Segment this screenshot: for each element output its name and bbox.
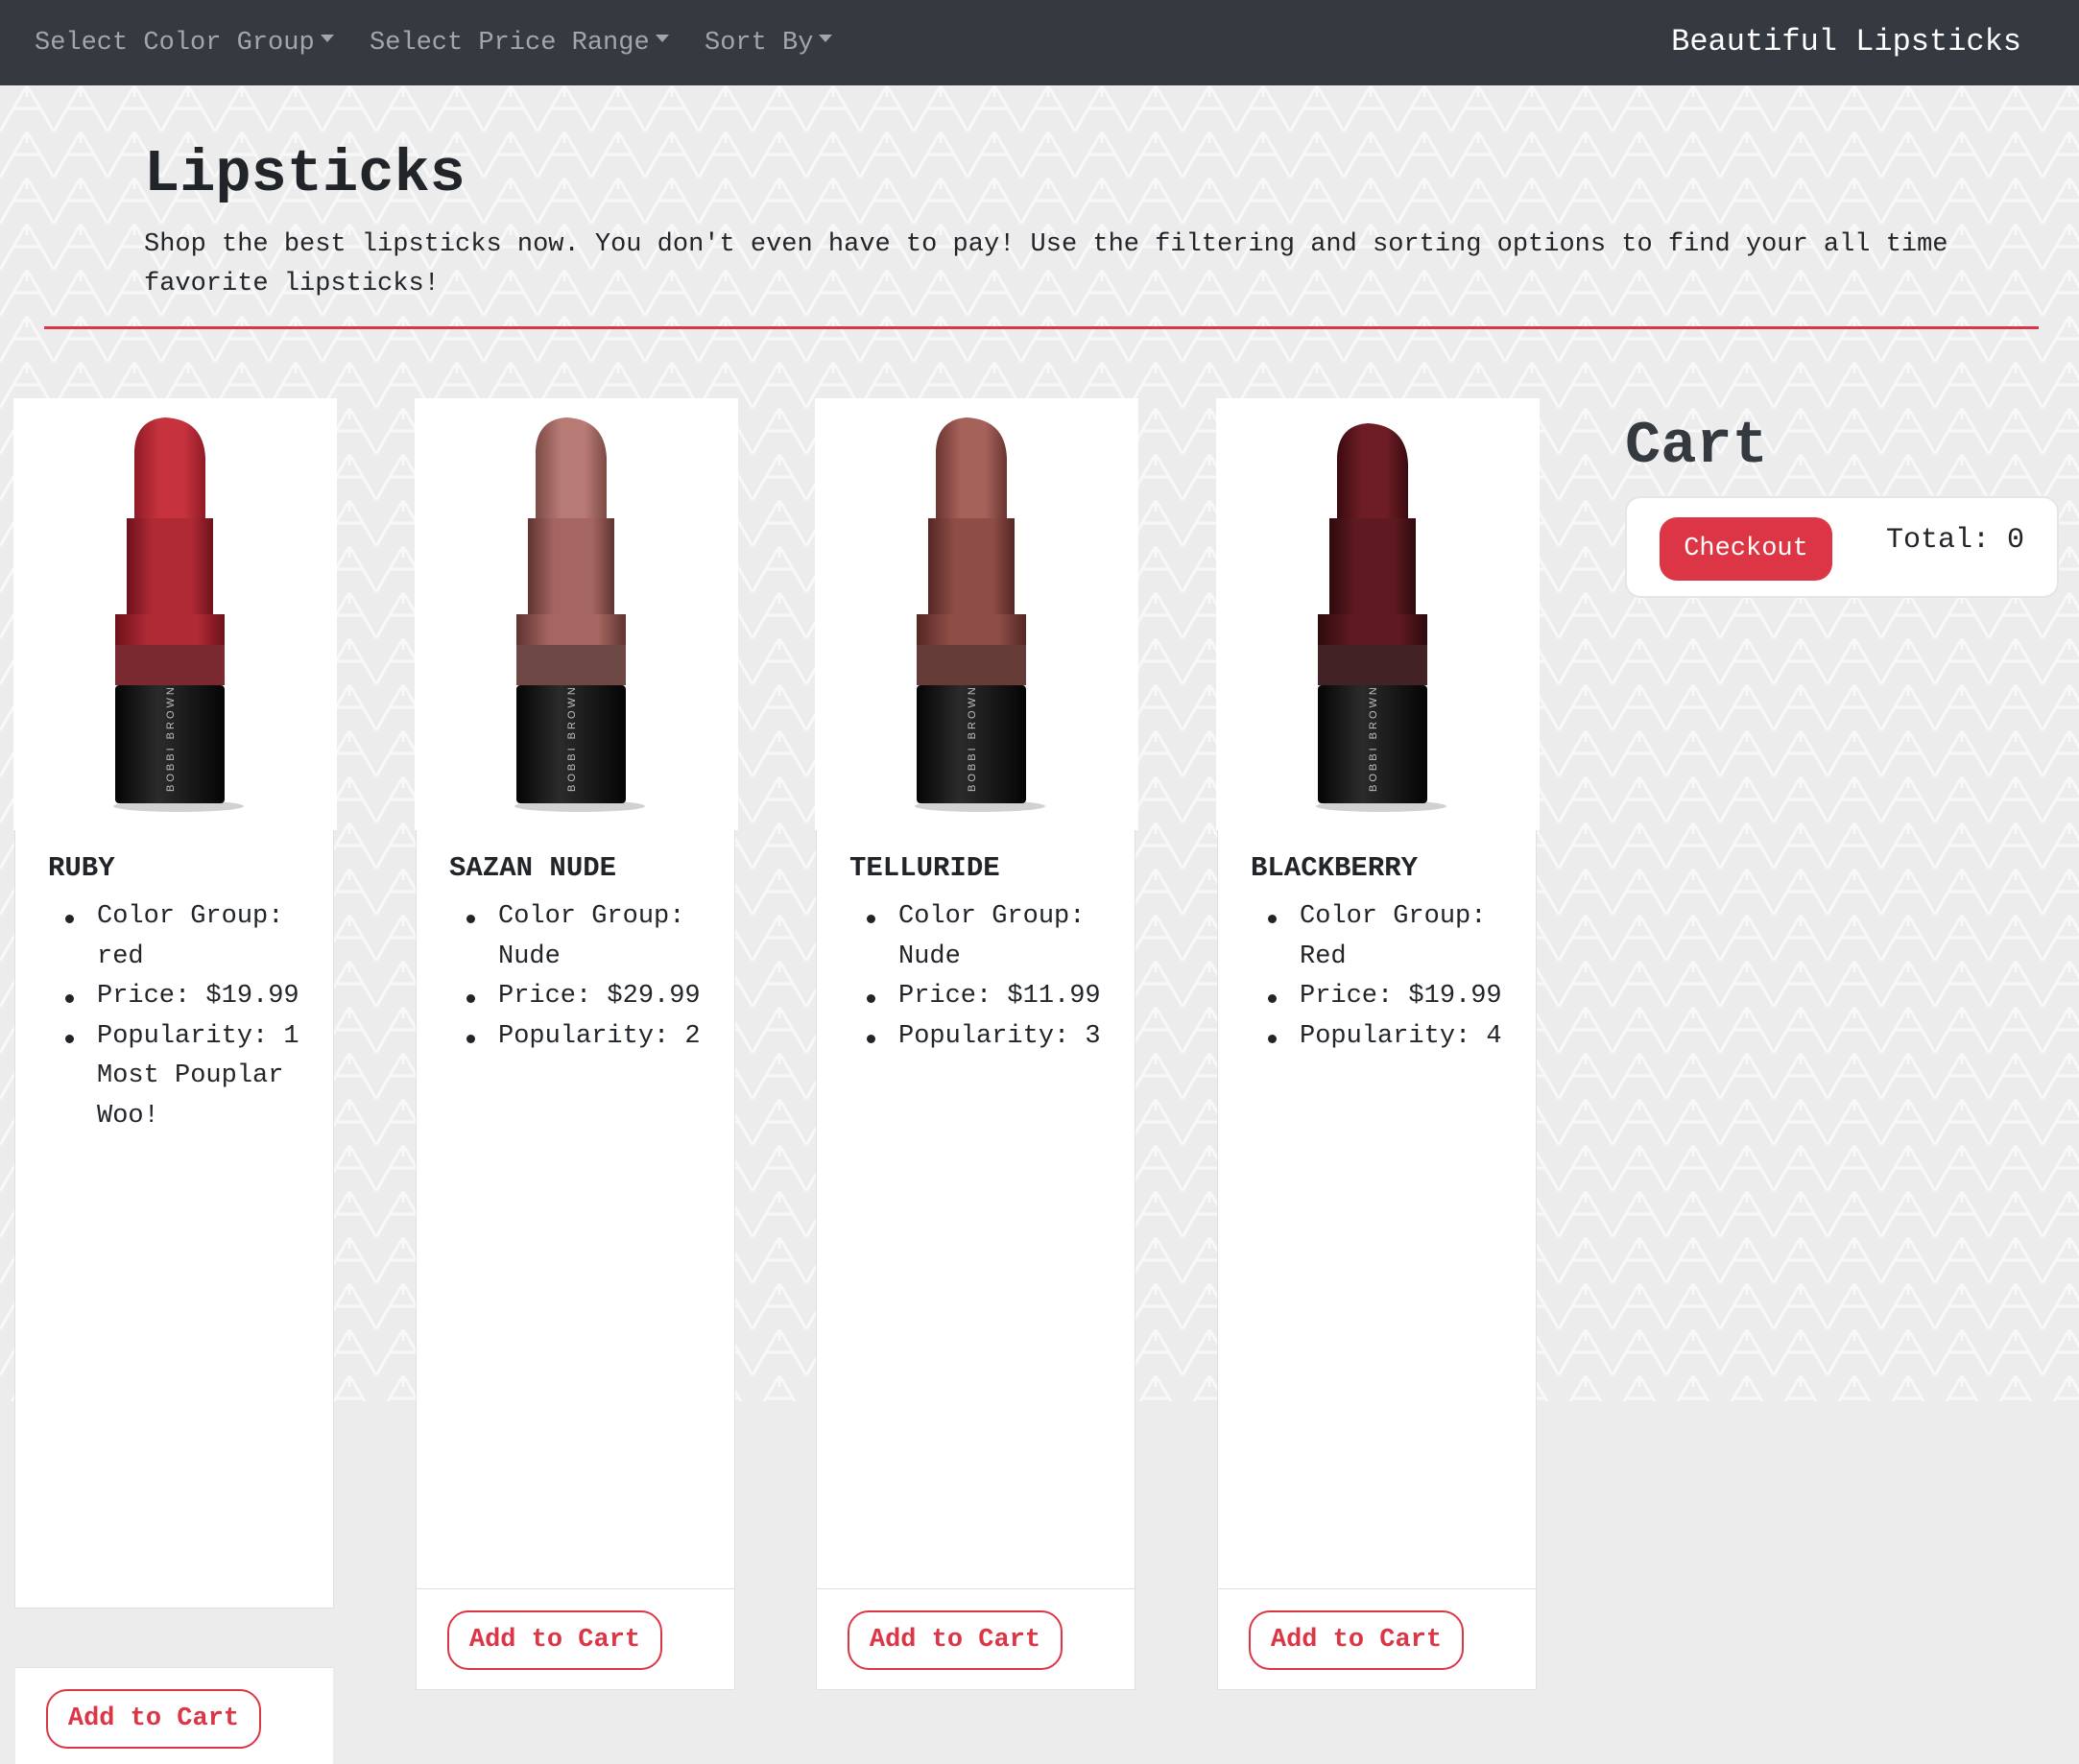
- spec-color-group: Color Group: red: [65, 897, 324, 977]
- bullet-icon: [466, 1034, 475, 1043]
- bullet-icon: [466, 994, 475, 1003]
- bullet-icon: [1268, 915, 1277, 923]
- lipstick-image: BOBBI BROWN: [1316, 423, 1446, 812]
- add-to-cart-button[interactable]: Add to Cart: [447, 1610, 662, 1670]
- price-range-dropdown[interactable]: Select Price Range: [370, 24, 669, 62]
- card-footer: Add to Cart: [15, 1667, 333, 1764]
- spec-popularity: Popularity: 4: [1268, 1017, 1527, 1058]
- spec-price: Price: $11.99: [867, 977, 1126, 1017]
- spec-price: Price: $19.99: [1268, 977, 1527, 1017]
- intro-text: Shop the best lipsticks now. You don't e…: [144, 230, 1948, 298]
- product-specs: Color Group: Nude Price: $11.99 Populari…: [867, 897, 1126, 1057]
- spec-popularity: Popularity: 1 Most Pouplar Woo!: [65, 1017, 324, 1137]
- spec-price: Price: $19.99: [65, 977, 324, 1017]
- add-to-cart-button[interactable]: Add to Cart: [1249, 1610, 1464, 1670]
- add-to-cart-button[interactable]: Add to Cart: [46, 1689, 261, 1749]
- spec-popularity: Popularity: 2: [466, 1017, 726, 1058]
- bullet-icon: [867, 915, 875, 923]
- card-footer: Add to Cart: [817, 1588, 1135, 1685]
- brand-print: BOBBI BROWN: [566, 684, 578, 792]
- spec-text: Price: $11.99: [898, 982, 1101, 1011]
- product-specs: Color Group: Nude Price: $29.99 Populari…: [466, 897, 726, 1057]
- spec-color-group: Color Group: Nude: [867, 897, 1126, 977]
- brand-print: BOBBI BROWN: [165, 684, 177, 792]
- sort-by-dropdown[interactable]: Sort By: [705, 24, 833, 62]
- spec-text: Popularity: 3: [898, 1021, 1101, 1051]
- spec-popularity: Popularity: 3: [867, 1017, 1126, 1058]
- card-body: TELLURIDE Color Group: Nude Price: $11.9…: [816, 830, 1135, 1690]
- spec-text: Color Group: Nude: [498, 902, 685, 971]
- chevron-down-icon: [320, 35, 334, 42]
- spec-text: Price: $19.99: [1300, 982, 1502, 1011]
- page-title: Lipsticks: [144, 140, 466, 208]
- cart-title: Cart: [1625, 412, 1768, 480]
- product-name: RUBY: [48, 852, 115, 884]
- spec-text: Color Group: Nude: [898, 902, 1086, 971]
- chevron-down-icon: [655, 35, 669, 42]
- bullet-icon: [65, 915, 74, 923]
- spec-price: Price: $29.99: [466, 977, 726, 1017]
- spec-text: Price: $29.99: [498, 982, 701, 1011]
- bullet-icon: [867, 994, 875, 1003]
- cart-total: Total: 0: [1885, 524, 2024, 557]
- lipstick-image: BOBBI BROWN: [915, 417, 1045, 812]
- add-to-cart-button[interactable]: Add to Cart: [848, 1610, 1063, 1670]
- product-image: BOBBI BROWN: [13, 398, 337, 830]
- bullet-icon: [1268, 994, 1277, 1003]
- cart-panel: Checkout Total: 0: [1625, 496, 2059, 598]
- spec-text: Color Group: Red: [1300, 902, 1487, 971]
- checkout-button[interactable]: Checkout: [1660, 517, 1832, 581]
- color-group-dropdown[interactable]: Select Color Group: [35, 24, 334, 62]
- brand-print: BOBBI BROWN: [967, 684, 978, 792]
- card-body: RUBY Color Group: red Price: $19.99 Popu…: [14, 830, 334, 1764]
- bullet-icon: [1268, 1034, 1277, 1043]
- product-image: BOBBI BROWN: [815, 398, 1138, 830]
- spec-color-group: Color Group: Red: [1268, 897, 1527, 977]
- brand-print: BOBBI BROWN: [1368, 684, 1379, 792]
- header-divider: [44, 326, 2039, 329]
- product-specs: Color Group: red Price: $19.99 Popularit…: [65, 897, 324, 1136]
- color-group-dropdown-label: Select Color Group: [35, 29, 315, 58]
- product-name: SAZAN NUDE: [449, 852, 617, 884]
- spec-text: Price: $19.99: [97, 982, 299, 1011]
- spec-text: Popularity: 1 Most Pouplar Woo!: [97, 1021, 299, 1131]
- bullet-icon: [65, 994, 74, 1003]
- bullet-icon: [65, 1034, 74, 1043]
- spec-text: Color Group: red: [97, 902, 284, 971]
- sort-by-dropdown-label: Sort By: [705, 29, 814, 58]
- spec-text: Popularity: 2: [498, 1021, 701, 1051]
- card-body: BLACKBERRY Color Group: Red Price: $19.9…: [1217, 830, 1537, 1690]
- product-name: BLACKBERRY: [1251, 852, 1419, 884]
- product-specs: Color Group: Red Price: $19.99 Popularit…: [1268, 897, 1527, 1057]
- lipstick-image: BOBBI BROWN: [514, 417, 645, 812]
- bullet-icon: [867, 1034, 875, 1043]
- lipstick-image: BOBBI BROWN: [113, 417, 244, 812]
- brand-link[interactable]: Beautiful Lipsticks: [1671, 21, 2021, 63]
- card-footer: Add to Cart: [1218, 1588, 1536, 1685]
- spec-color-group: Color Group: Nude: [466, 897, 726, 977]
- product-image: BOBBI BROWN: [1216, 398, 1540, 830]
- card-body: SAZAN NUDE Color Group: Nude Price: $29.…: [416, 830, 735, 1690]
- top-navbar: Select Color Group Select Price Range So…: [0, 0, 2079, 85]
- product-name: TELLURIDE: [849, 852, 1000, 884]
- spec-text: Popularity: 4: [1300, 1021, 1502, 1051]
- card-footer: Add to Cart: [417, 1588, 734, 1685]
- price-range-dropdown-label: Select Price Range: [370, 29, 650, 58]
- bullet-icon: [466, 915, 475, 923]
- chevron-down-icon: [819, 35, 833, 42]
- product-image: BOBBI BROWN: [415, 398, 738, 830]
